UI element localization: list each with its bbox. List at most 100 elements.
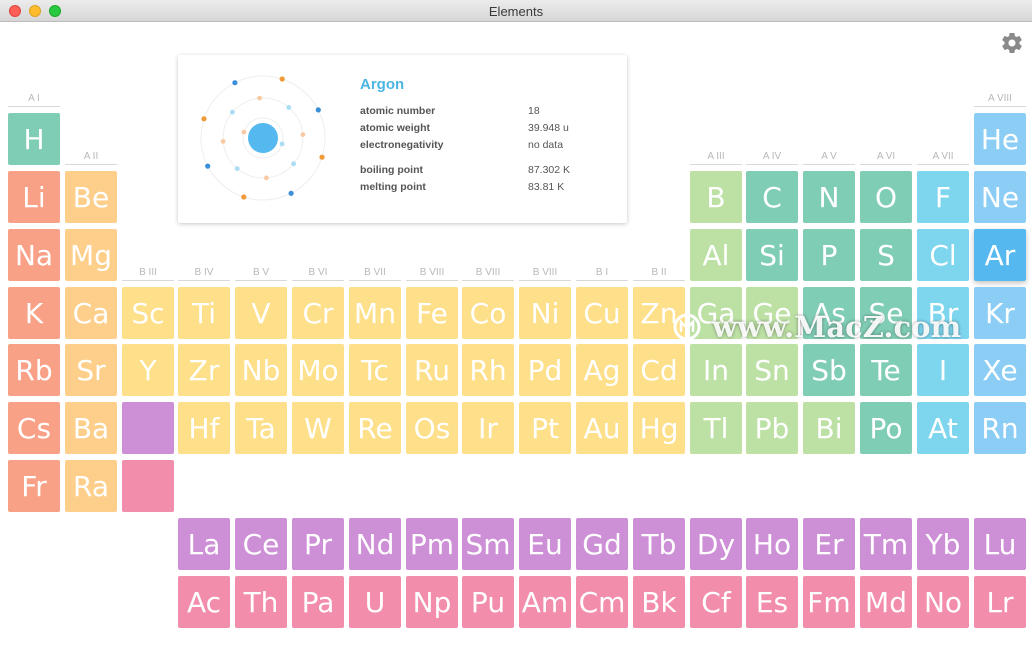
element-mn[interactable]: Mn xyxy=(349,287,401,339)
element-w[interactable]: W xyxy=(292,402,344,454)
element-cs[interactable]: Cs xyxy=(8,402,60,454)
element-be[interactable]: Be xyxy=(65,171,117,223)
element-bk[interactable]: Bk xyxy=(633,576,685,628)
element-eu[interactable]: Eu xyxy=(519,518,571,570)
element-cu[interactable]: Cu xyxy=(576,287,628,339)
element-bi[interactable]: Bi xyxy=(803,402,855,454)
element-cm[interactable]: Cm xyxy=(576,576,628,628)
element-ni[interactable]: Ni xyxy=(519,287,571,339)
element-ti[interactable]: Ti xyxy=(178,287,230,339)
element-am[interactable]: Am xyxy=(519,576,571,628)
element-lanthanide-placeholder[interactable] xyxy=(122,402,174,454)
element-rn[interactable]: Rn xyxy=(974,402,1026,454)
element-b[interactable]: B xyxy=(690,171,742,223)
element-h[interactable]: H xyxy=(8,113,60,165)
element-lu[interactable]: Lu xyxy=(974,518,1026,570)
element-sm[interactable]: Sm xyxy=(462,518,514,570)
element-yb[interactable]: Yb xyxy=(917,518,969,570)
element-sn[interactable]: Sn xyxy=(746,344,798,396)
element-cr[interactable]: Cr xyxy=(292,287,344,339)
element-pm[interactable]: Pm xyxy=(406,518,458,570)
element-zr[interactable]: Zr xyxy=(178,344,230,396)
element-kr[interactable]: Kr xyxy=(974,287,1026,339)
element-i[interactable]: I xyxy=(917,344,969,396)
element-tc[interactable]: Tc xyxy=(349,344,401,396)
element-md[interactable]: Md xyxy=(860,576,912,628)
element-c[interactable]: C xyxy=(746,171,798,223)
element-ta[interactable]: Ta xyxy=(235,402,287,454)
element-co[interactable]: Co xyxy=(462,287,514,339)
element-k[interactable]: K xyxy=(8,287,60,339)
element-pd[interactable]: Pd xyxy=(519,344,571,396)
element-no[interactable]: No xyxy=(917,576,969,628)
element-ce[interactable]: Ce xyxy=(235,518,287,570)
element-sr[interactable]: Sr xyxy=(65,344,117,396)
element-fe[interactable]: Fe xyxy=(406,287,458,339)
element-al[interactable]: Al xyxy=(690,229,742,281)
element-ru[interactable]: Ru xyxy=(406,344,458,396)
element-np[interactable]: Np xyxy=(406,576,458,628)
element-ne[interactable]: Ne xyxy=(974,171,1026,223)
element-pa[interactable]: Pa xyxy=(292,576,344,628)
element-pb[interactable]: Pb xyxy=(746,402,798,454)
element-pt[interactable]: Pt xyxy=(519,402,571,454)
element-ba[interactable]: Ba xyxy=(65,402,117,454)
element-ag[interactable]: Ag xyxy=(576,344,628,396)
element-tl[interactable]: Tl xyxy=(690,402,742,454)
element-tb[interactable]: Tb xyxy=(633,518,685,570)
element-lr[interactable]: Lr xyxy=(974,576,1026,628)
element-cf[interactable]: Cf xyxy=(690,576,742,628)
element-sc[interactable]: Sc xyxy=(122,287,174,339)
element-ca[interactable]: Ca xyxy=(65,287,117,339)
element-tm[interactable]: Tm xyxy=(860,518,912,570)
element-cd[interactable]: Cd xyxy=(633,344,685,396)
element-os[interactable]: Os xyxy=(406,402,458,454)
element-re[interactable]: Re xyxy=(349,402,401,454)
element-pr[interactable]: Pr xyxy=(292,518,344,570)
element-au[interactable]: Au xyxy=(576,402,628,454)
element-ir[interactable]: Ir xyxy=(462,402,514,454)
element-rb[interactable]: Rb xyxy=(8,344,60,396)
element-n[interactable]: N xyxy=(803,171,855,223)
element-ra[interactable]: Ra xyxy=(65,460,117,512)
element-p[interactable]: P xyxy=(803,229,855,281)
element-mo[interactable]: Mo xyxy=(292,344,344,396)
element-mg[interactable]: Mg xyxy=(65,229,117,281)
element-li[interactable]: Li xyxy=(8,171,60,223)
element-pu[interactable]: Pu xyxy=(462,576,514,628)
element-sb[interactable]: Sb xyxy=(803,344,855,396)
gear-icon[interactable] xyxy=(1000,31,1024,55)
element-nb[interactable]: Nb xyxy=(235,344,287,396)
element-fm[interactable]: Fm xyxy=(803,576,855,628)
element-actinide-placeholder[interactable] xyxy=(122,460,174,512)
element-at[interactable]: At xyxy=(917,402,969,454)
element-er[interactable]: Er xyxy=(803,518,855,570)
element-te[interactable]: Te xyxy=(860,344,912,396)
element-po[interactable]: Po xyxy=(860,402,912,454)
element-he[interactable]: He xyxy=(974,113,1026,165)
element-hg[interactable]: Hg xyxy=(633,402,685,454)
element-na[interactable]: Na xyxy=(8,229,60,281)
element-nd[interactable]: Nd xyxy=(349,518,401,570)
element-es[interactable]: Es xyxy=(746,576,798,628)
element-y[interactable]: Y xyxy=(122,344,174,396)
element-hf[interactable]: Hf xyxy=(178,402,230,454)
element-gd[interactable]: Gd xyxy=(576,518,628,570)
element-si[interactable]: Si xyxy=(746,229,798,281)
element-in[interactable]: In xyxy=(690,344,742,396)
element-la[interactable]: La xyxy=(178,518,230,570)
element-v[interactable]: V xyxy=(235,287,287,339)
element-o[interactable]: O xyxy=(860,171,912,223)
element-ar[interactable]: Ar xyxy=(974,229,1026,281)
element-ho[interactable]: Ho xyxy=(746,518,798,570)
element-th[interactable]: Th xyxy=(235,576,287,628)
element-xe[interactable]: Xe xyxy=(974,344,1026,396)
element-cl[interactable]: Cl xyxy=(917,229,969,281)
element-f[interactable]: F xyxy=(917,171,969,223)
element-ac[interactable]: Ac xyxy=(178,576,230,628)
element-fr[interactable]: Fr xyxy=(8,460,60,512)
element-rh[interactable]: Rh xyxy=(462,344,514,396)
element-s[interactable]: S xyxy=(860,229,912,281)
element-dy[interactable]: Dy xyxy=(690,518,742,570)
element-u[interactable]: U xyxy=(349,576,401,628)
